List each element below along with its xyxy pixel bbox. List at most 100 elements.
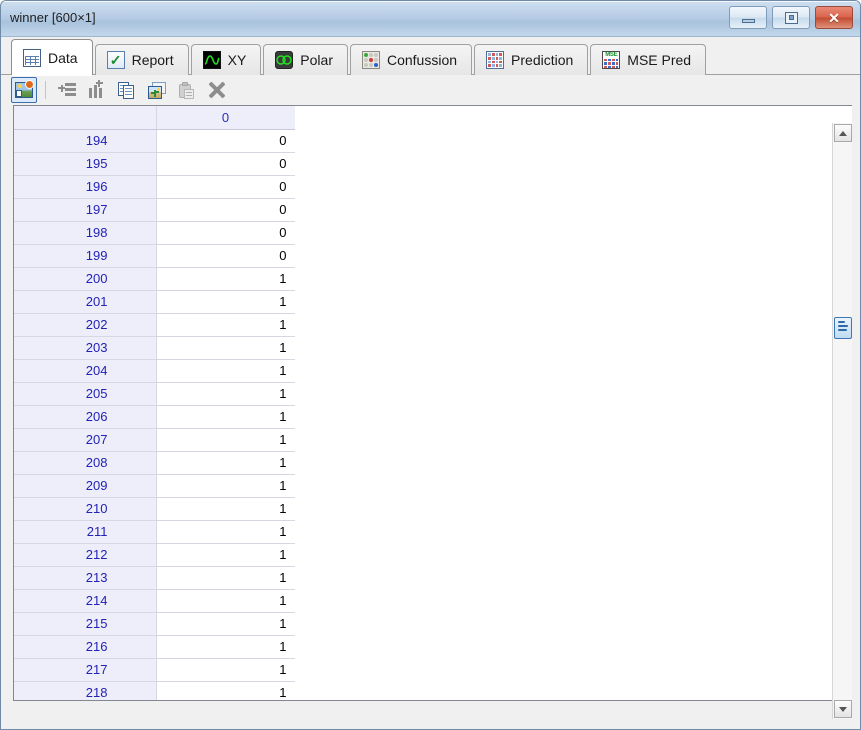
row-header[interactable]: 202 bbox=[14, 313, 157, 337]
table-cell[interactable]: 1 bbox=[156, 589, 295, 613]
table-cell[interactable]: 1 bbox=[156, 405, 295, 429]
table-cell[interactable]: 0 bbox=[156, 198, 295, 222]
table-row[interactable]: 197 0 bbox=[14, 198, 295, 222]
scroll-up-button[interactable] bbox=[834, 124, 852, 142]
table-cell[interactable]: 1 bbox=[156, 267, 295, 291]
table-cell[interactable]: 1 bbox=[156, 635, 295, 659]
table-row[interactable]: 207 1 bbox=[14, 428, 295, 452]
table-row[interactable]: 213 1 bbox=[14, 566, 295, 590]
table-row[interactable]: 206 1 bbox=[14, 405, 295, 429]
row-header[interactable]: 208 bbox=[14, 451, 157, 475]
table-row[interactable]: 212 1 bbox=[14, 543, 295, 567]
table-cell[interactable]: 0 bbox=[156, 152, 295, 176]
row-header[interactable]: 214 bbox=[14, 589, 157, 613]
close-button[interactable]: ✕ bbox=[815, 6, 853, 29]
clipboard-button[interactable] bbox=[174, 77, 200, 103]
scroll-thumb[interactable] bbox=[834, 317, 852, 339]
table-row[interactable]: 202 1 bbox=[14, 313, 295, 337]
column-header-0[interactable]: 0 bbox=[156, 106, 295, 130]
row-header[interactable]: 215 bbox=[14, 612, 157, 636]
table-cell[interactable]: 0 bbox=[156, 129, 295, 153]
row-header[interactable]: 213 bbox=[14, 566, 157, 590]
table-row[interactable]: 200 1 bbox=[14, 267, 295, 291]
row-header[interactable]: 217 bbox=[14, 658, 157, 682]
table-row[interactable]: 209 1 bbox=[14, 474, 295, 498]
title-bar[interactable]: winner [600×1] ✕ bbox=[1, 1, 860, 37]
table-corner-header[interactable] bbox=[14, 106, 157, 130]
table-row[interactable]: 196 0 bbox=[14, 175, 295, 199]
table-row[interactable]: 194 0 bbox=[14, 129, 295, 153]
table-row[interactable]: 214 1 bbox=[14, 589, 295, 613]
table-cell[interactable]: 1 bbox=[156, 359, 295, 383]
row-header[interactable]: 201 bbox=[14, 290, 157, 314]
table-cell[interactable]: 1 bbox=[156, 474, 295, 498]
row-header[interactable]: 205 bbox=[14, 382, 157, 406]
table-cell[interactable]: 1 bbox=[156, 336, 295, 360]
row-header[interactable]: 206 bbox=[14, 405, 157, 429]
table-cell[interactable]: 1 bbox=[156, 612, 295, 636]
table-row[interactable]: 199 0 bbox=[14, 244, 295, 268]
row-header[interactable]: 204 bbox=[14, 359, 157, 383]
row-header[interactable]: 198 bbox=[14, 221, 157, 245]
vertical-scrollbar[interactable] bbox=[832, 123, 852, 719]
copy-button[interactable] bbox=[114, 77, 140, 103]
table-cell[interactable]: 1 bbox=[156, 543, 295, 567]
table-cell[interactable]: 1 bbox=[156, 497, 295, 521]
table-cell[interactable]: 1 bbox=[156, 658, 295, 682]
table-row[interactable]: 216 1 bbox=[14, 635, 295, 659]
table-cell[interactable]: 1 bbox=[156, 451, 295, 475]
row-header[interactable]: 195 bbox=[14, 152, 157, 176]
table-cell[interactable]: 1 bbox=[156, 428, 295, 452]
table-row[interactable]: 204 1 bbox=[14, 359, 295, 383]
table-cell[interactable]: 0 bbox=[156, 175, 295, 199]
row-header[interactable]: 200 bbox=[14, 267, 157, 291]
tab-xy[interactable]: XY bbox=[190, 44, 262, 75]
tab-data[interactable]: Data bbox=[11, 39, 93, 76]
tab-confussion[interactable]: Confussion bbox=[349, 44, 473, 75]
table-row[interactable]: 218 1 bbox=[14, 681, 295, 700]
save-image-button[interactable] bbox=[11, 77, 37, 103]
table-row[interactable]: 211 1 bbox=[14, 520, 295, 544]
tab-report[interactable]: ✓ Report bbox=[94, 44, 189, 75]
row-header[interactable]: 199 bbox=[14, 244, 157, 268]
table-row[interactable]: 217 1 bbox=[14, 658, 295, 682]
table-cell[interactable]: 1 bbox=[156, 382, 295, 406]
table-row[interactable]: 198 0 bbox=[14, 221, 295, 245]
paste-image-button[interactable] bbox=[144, 77, 170, 103]
row-header[interactable]: 216 bbox=[14, 635, 157, 659]
row-header[interactable]: 209 bbox=[14, 474, 157, 498]
tab-polar[interactable]: Polar bbox=[263, 44, 348, 75]
minimize-button[interactable] bbox=[729, 6, 767, 29]
table-row[interactable]: 205 1 bbox=[14, 382, 295, 406]
data-table-viewport[interactable]: 0 194 0 195 0 196 0 197 0 198 0 199 0 200 1 201 1 202 1 20… bbox=[14, 106, 295, 700]
table-row[interactable]: 203 1 bbox=[14, 336, 295, 360]
row-header[interactable]: 197 bbox=[14, 198, 157, 222]
insert-column-button[interactable] bbox=[84, 77, 110, 103]
row-header[interactable]: 203 bbox=[14, 336, 157, 360]
row-header[interactable]: 211 bbox=[14, 520, 157, 544]
table-row[interactable]: 201 1 bbox=[14, 290, 295, 314]
table-row[interactable]: 195 0 bbox=[14, 152, 295, 176]
tab-prediction[interactable]: Prediction bbox=[474, 44, 589, 75]
row-header[interactable]: 210 bbox=[14, 497, 157, 521]
scroll-down-button[interactable] bbox=[834, 700, 852, 718]
tab-mse-pred[interactable]: MSE MSE Pred bbox=[590, 44, 707, 75]
insert-row-button[interactable] bbox=[54, 77, 80, 103]
table-cell[interactable]: 0 bbox=[156, 221, 295, 245]
maximize-button[interactable] bbox=[772, 6, 810, 29]
row-header[interactable]: 218 bbox=[14, 681, 157, 700]
table-row[interactable]: 210 1 bbox=[14, 497, 295, 521]
row-header[interactable]: 207 bbox=[14, 428, 157, 452]
table-cell[interactable]: 1 bbox=[156, 520, 295, 544]
delete-button[interactable] bbox=[204, 77, 230, 103]
table-cell[interactable]: 1 bbox=[156, 313, 295, 337]
table-cell[interactable]: 0 bbox=[156, 244, 295, 268]
row-header[interactable]: 196 bbox=[14, 175, 157, 199]
table-row[interactable]: 208 1 bbox=[14, 451, 295, 475]
row-header[interactable]: 194 bbox=[14, 129, 157, 153]
table-cell[interactable]: 1 bbox=[156, 681, 295, 700]
row-header[interactable]: 212 bbox=[14, 543, 157, 567]
table-row[interactable]: 215 1 bbox=[14, 612, 295, 636]
table-cell[interactable]: 1 bbox=[156, 290, 295, 314]
table-cell[interactable]: 1 bbox=[156, 566, 295, 590]
